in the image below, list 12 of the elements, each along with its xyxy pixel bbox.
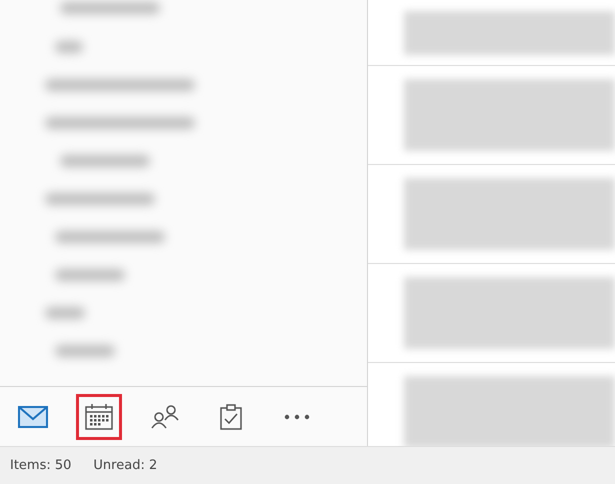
blurred-folder-name <box>45 307 85 319</box>
blurred-folder-name <box>55 345 115 357</box>
blurred-folder-name <box>55 41 83 53</box>
highlighted-nav-button[interactable] <box>76 394 122 440</box>
calendar-icon <box>85 404 113 430</box>
blurred-folder-name <box>55 269 125 281</box>
more-icon <box>284 414 310 420</box>
mail-icon <box>18 406 48 428</box>
unread-count: Unread: 2 <box>93 456 158 475</box>
item-count: Items: 50 <box>10 456 72 475</box>
people-icon <box>150 404 180 428</box>
clipboard-check-icon <box>220 404 242 430</box>
